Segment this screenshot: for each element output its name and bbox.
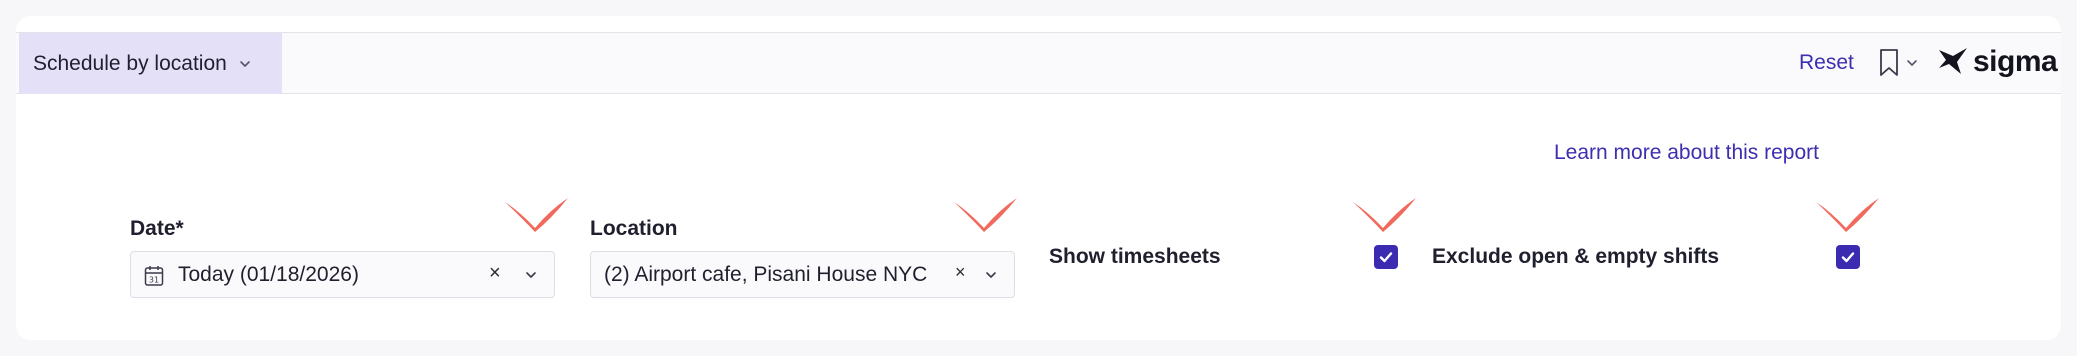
- date-filter-select[interactable]: 31 Today (01/18/2026) ×: [130, 251, 555, 298]
- annotation-chevron-marker: [505, 198, 568, 232]
- page-selector-label: Schedule by location: [33, 51, 227, 75]
- annotation-chevron-marker: [1353, 198, 1416, 232]
- exclude-open-empty-label: Exclude open & empty shifts: [1432, 245, 1720, 268]
- learn-more-link[interactable]: Learn more about this report: [1554, 141, 1819, 165]
- location-filter-select[interactable]: (2) Airport cafe, Pisani House NYC ×: [590, 251, 1015, 298]
- exclude-open-empty-checkbox[interactable]: [1836, 245, 1860, 269]
- report-card: Schedule by location Reset sigma Learn m…: [16, 16, 2061, 340]
- close-icon[interactable]: ×: [955, 262, 966, 283]
- location-filter-label: Location: [590, 217, 678, 240]
- checkmark-icon: [1841, 252, 1855, 263]
- page-selector-tab[interactable]: Schedule by location: [19, 33, 282, 94]
- top-toolbar: Schedule by location Reset sigma: [16, 32, 2061, 94]
- checkmark-icon: [1379, 252, 1393, 263]
- sigma-logo-icon: [1939, 48, 1967, 74]
- logo-wordmark: sigma: [1973, 45, 2058, 78]
- chevron-down-icon[interactable]: [985, 269, 997, 281]
- location-filter-value: (2) Airport cafe, Pisani House NYC: [604, 262, 928, 286]
- svg-text:31: 31: [149, 276, 159, 285]
- annotation-chevron-marker: [1816, 198, 1879, 232]
- calendar-icon: 31: [144, 266, 164, 286]
- date-filter-label: Date*: [130, 217, 184, 240]
- reset-button[interactable]: Reset: [1799, 51, 1854, 75]
- chevron-down-icon: [240, 60, 250, 67]
- show-timesheets-label: Show timesheets: [1049, 245, 1221, 268]
- annotation-chevron-marker: [954, 198, 1017, 232]
- bookmark-icon: [1880, 49, 1898, 76]
- chevron-down-icon[interactable]: [525, 269, 537, 281]
- sigma-logo: sigma: [1937, 45, 2058, 79]
- close-icon[interactable]: ×: [489, 262, 501, 285]
- date-filter-value: Today (01/18/2026): [178, 262, 359, 286]
- bookmark-menu-button[interactable]: [1878, 48, 1918, 78]
- chevron-down-icon: [1907, 60, 1917, 66]
- show-timesheets-checkbox[interactable]: [1374, 245, 1398, 269]
